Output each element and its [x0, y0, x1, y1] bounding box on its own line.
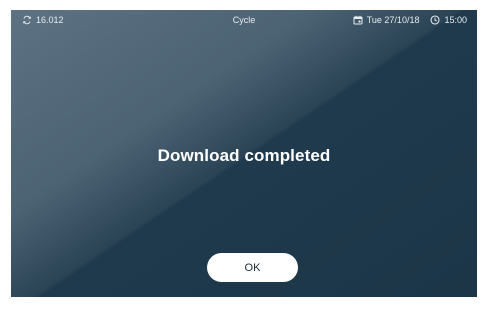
clock-icon: [430, 15, 441, 25]
status-bar: 16.012 Cycle Tue 27/10/18 15:00: [11, 10, 477, 32]
date-time: Tue 27/10/18 15:00: [353, 15, 467, 25]
calendar-icon: [353, 15, 363, 25]
download-completed-message: Download completed: [157, 146, 331, 165]
date-text: Tue 27/10/18: [366, 15, 420, 25]
ok-button[interactable]: OK: [207, 253, 298, 282]
device-screen: 16.012 Cycle Tue 27/10/18 15:00 Download…: [11, 10, 477, 297]
time-text: 15:00: [444, 15, 467, 25]
